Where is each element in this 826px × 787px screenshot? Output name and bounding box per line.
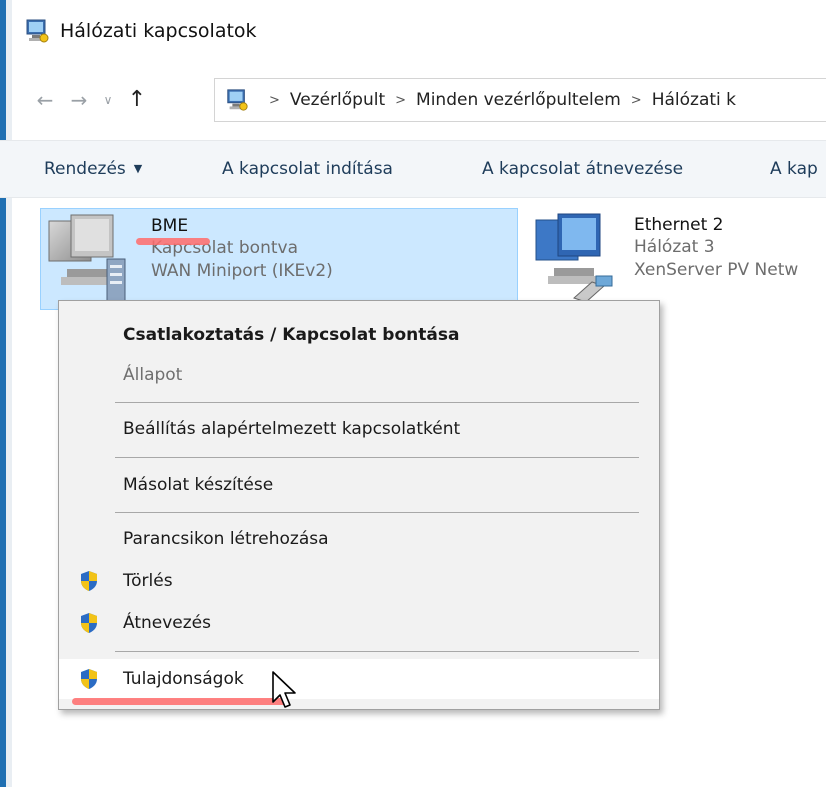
connection-device: WAN Miniport (IKEv2)	[151, 261, 333, 281]
connection-device: XenServer PV Netw	[634, 260, 799, 280]
uac-shield-icon	[81, 669, 97, 689]
rename-connection-button[interactable]: A kapcsolat átnevezése	[482, 141, 683, 197]
annotation-underline-properties	[72, 698, 288, 705]
context-menu: Csatlakoztatás / Kapcsolat bontása Állap…	[58, 300, 660, 710]
breadcrumb-separator[interactable]: >	[631, 93, 642, 108]
control-panel-icon	[227, 89, 248, 111]
start-connection-button[interactable]: A kapcsolat indítása	[222, 141, 393, 197]
caret-down-icon: ▼	[133, 162, 143, 175]
screenshot-root: Hálózati kapcsolatok ← → ∨ ↑ > Vezérlőpu…	[0, 0, 826, 787]
breadcrumb-network-connections[interactable]: Hálózati k	[652, 90, 736, 110]
menu-item-delete[interactable]: Törlés	[59, 561, 659, 601]
connection-item-ethernet-2[interactable]: Ethernet 2 Hálózat 3 XenServer PV Netw	[528, 208, 826, 308]
navigation-bar: ← → ∨ ↑ > Vezérlőpult > Minden vezérlőpu…	[28, 78, 826, 122]
menu-item-connect-disconnect[interactable]: Csatlakoztatás / Kapcsolat bontása	[59, 315, 659, 355]
network-connections-icon	[26, 19, 49, 43]
menu-separator	[115, 651, 639, 652]
breadcrumb-separator[interactable]: >	[395, 93, 406, 108]
menu-item-copy[interactable]: Másolat készítése	[59, 465, 659, 505]
menu-separator	[115, 457, 639, 458]
window-left-edge	[0, 0, 12, 787]
menu-item-properties[interactable]: Tulajdonságok	[59, 659, 659, 699]
breadcrumb-control-panel[interactable]: Vezérlőpult	[290, 90, 385, 110]
breadcrumb-all-items[interactable]: Minden vezérlőpultelem	[416, 90, 621, 110]
up-arrow-icon[interactable]: ↑	[120, 80, 154, 120]
forward-arrow-icon[interactable]: →	[62, 80, 96, 120]
annotation-underline-bme	[136, 238, 210, 245]
menu-item-create-shortcut[interactable]: Parancsikon létrehozása	[59, 519, 659, 559]
ethernet-connection-icon	[535, 213, 613, 303]
title-bar: Hálózati kapcsolatok	[24, 14, 257, 48]
connection-name: BME	[151, 216, 189, 236]
back-arrow-icon[interactable]: ←	[28, 80, 62, 120]
uac-shield-icon	[81, 571, 97, 591]
menu-item-rename[interactable]: Átnevezés	[59, 603, 659, 643]
window-title: Hálózati kapcsolatok	[60, 20, 257, 42]
mouse-pointer-icon	[272, 671, 296, 708]
connection-item-bme[interactable]: BME Kapcsolat bontva WAN Miniport (IKEv2…	[40, 208, 518, 310]
connection-details: BME Kapcsolat bontva WAN Miniport (IKEv2…	[151, 215, 333, 283]
organize-button[interactable]: Rendezés ▼	[44, 141, 142, 197]
menu-item-set-default[interactable]: Beállítás alapértelmezett kapcsolatként	[59, 409, 659, 449]
chevron-down-icon[interactable]: ∨	[96, 80, 120, 120]
command-bar: Rendezés ▼ A kapcsolat indítása A kapcsol…	[0, 140, 826, 198]
uac-shield-icon	[81, 613, 97, 633]
menu-separator	[115, 512, 639, 513]
connection-details: Ethernet 2 Hálózat 3 XenServer PV Netw	[634, 214, 798, 282]
connection-status: Hálózat 3	[634, 237, 715, 257]
address-bar[interactable]: > Vezérlőpult > Minden vezérlőpultelem >…	[214, 78, 826, 122]
menu-item-status: Állapot	[123, 365, 183, 385]
more-commands-button[interactable]: A kap	[770, 141, 818, 197]
vpn-connection-icon	[48, 214, 126, 302]
menu-separator	[115, 402, 639, 403]
breadcrumb-separator[interactable]: >	[269, 93, 280, 108]
connection-name: Ethernet 2	[634, 215, 724, 235]
